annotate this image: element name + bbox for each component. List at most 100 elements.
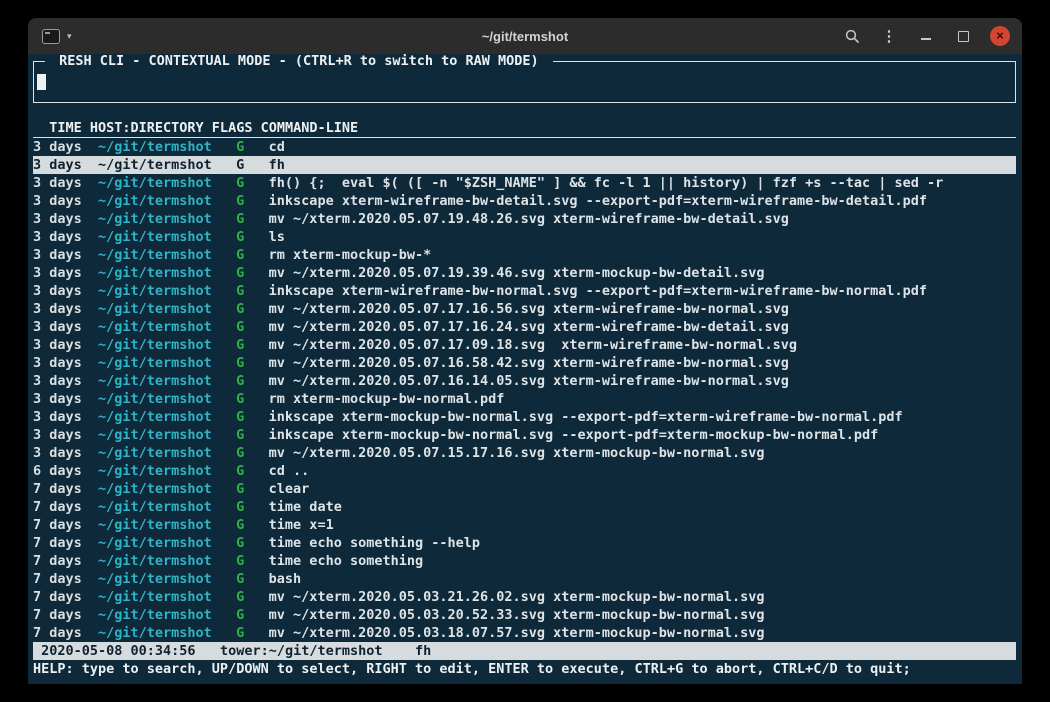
history-row[interactable]: 3 days~/git/termshotGinkscape xterm-wire… [33, 192, 1016, 210]
row-cmd: bash [269, 570, 1016, 588]
row-flags: G [236, 138, 269, 156]
row-host: ~/git/termshot [98, 516, 236, 534]
history-row[interactable]: 3 days~/git/termshotGmv ~/xterm.2020.05.… [33, 210, 1016, 228]
row-host: ~/git/termshot [98, 210, 236, 228]
history-row[interactable]: 3 days~/git/termshotGinkscape xterm-mock… [33, 408, 1016, 426]
row-cmd: clear [269, 480, 1016, 498]
row-flags: G [236, 552, 269, 570]
help-line: HELP: type to search, UP/DOWN to select,… [33, 660, 1016, 678]
row-host: ~/git/termshot [98, 156, 236, 174]
search-box-title: RESH CLI - CONTEXTUAL MODE - (CTRL+R to … [45, 54, 553, 70]
row-flags: G [236, 426, 269, 444]
history-header: TIME HOST:DIRECTORY FLAGS COMMAND-LINE [33, 119, 1016, 138]
history-row[interactable]: 3 days~/git/termshotGmv ~/xterm.2020.05.… [33, 372, 1016, 390]
row-time: 7 days [33, 480, 98, 498]
row-cmd: inkscape xterm-wireframe-bw-normal.svg -… [269, 282, 1016, 300]
screen-background: { "window": { "title": "~/git/termshot" … [0, 0, 1050, 702]
row-flags: G [236, 570, 269, 588]
history-row[interactable]: 3 days~/git/termshotGrm xterm-mockup-bw-… [33, 246, 1016, 264]
row-host: ~/git/termshot [98, 192, 236, 210]
row-host: ~/git/termshot [98, 372, 236, 390]
titlebar[interactable]: ▾ ~/git/termshot ⋮ × [28, 18, 1022, 54]
row-host: ~/git/termshot [98, 300, 236, 318]
resh-search-input[interactable]: RESH CLI - CONTEXTUAL MODE - (CTRL+R to … [33, 61, 1016, 103]
history-row[interactable]: 3 days~/git/termshotGmv ~/xterm.2020.05.… [33, 264, 1016, 282]
history-row[interactable]: 7 days~/git/termshotGtime echo something [33, 552, 1016, 570]
row-cmd: inkscape xterm-wireframe-bw-detail.svg -… [269, 192, 1016, 210]
app-menu-button[interactable]: ▾ [42, 29, 72, 44]
row-cmd: mv ~/xterm.2020.05.07.17.16.24.svg xterm… [269, 318, 1016, 336]
row-time: 7 days [33, 606, 98, 624]
row-cmd: cd .. [269, 462, 1016, 480]
row-cmd: mv ~/xterm.2020.05.07.16.58.42.svg xterm… [269, 354, 1016, 372]
terminal-content: RESH CLI - CONTEXTUAL MODE - (CTRL+R to … [28, 54, 1022, 684]
history-row[interactable]: 7 days~/git/termshotGtime date [33, 498, 1016, 516]
history-row[interactable]: 3 days~/git/termshotGls [33, 228, 1016, 246]
row-flags: G [236, 390, 269, 408]
row-host: ~/git/termshot [98, 282, 236, 300]
row-cmd: inkscape xterm-mockup-bw-normal.svg --ex… [269, 426, 1016, 444]
row-time: 3 days [33, 174, 98, 192]
search-icon [845, 29, 859, 43]
history-row[interactable]: 7 days~/git/termshotGtime x=1 [33, 516, 1016, 534]
row-host: ~/git/termshot [98, 552, 236, 570]
row-time: 3 days [33, 210, 98, 228]
history-row[interactable]: 7 days~/git/termshotGtime echo something… [33, 534, 1016, 552]
row-flags: G [236, 462, 269, 480]
history-row[interactable]: 3 days~/git/termshotGmv ~/xterm.2020.05.… [33, 444, 1016, 462]
row-flags: G [236, 606, 269, 624]
status-bar: 2020-05-08 00:34:56tower:~/git/termshotf… [33, 642, 1016, 660]
history-row[interactable]: 7 days~/git/termshotGmv ~/xterm.2020.05.… [33, 606, 1016, 624]
restore-button[interactable] [953, 26, 973, 46]
history-row[interactable]: 3 days~/git/termshotGfh [33, 156, 1016, 174]
minimize-button[interactable] [916, 26, 936, 46]
row-cmd: time date [269, 498, 1016, 516]
history-row[interactable]: 3 days~/git/termshotGmv ~/xterm.2020.05.… [33, 336, 1016, 354]
row-time: 3 days [33, 390, 98, 408]
close-icon: × [996, 29, 1004, 42]
history-row[interactable]: 6 days~/git/termshotGcd .. [33, 462, 1016, 480]
row-time: 7 days [33, 624, 98, 642]
row-cmd: time echo something [269, 552, 1016, 570]
row-flags: G [236, 372, 269, 390]
row-cmd: time echo something --help [269, 534, 1016, 552]
row-flags: G [236, 192, 269, 210]
history-row[interactable]: 3 days~/git/termshotGmv ~/xterm.2020.05.… [33, 354, 1016, 372]
history-row[interactable]: 3 days~/git/termshotGmv ~/xterm.2020.05.… [33, 318, 1016, 336]
history-row[interactable]: 7 days~/git/termshotGbash [33, 570, 1016, 588]
row-time: 6 days [33, 462, 98, 480]
history-row[interactable]: 3 days~/git/termshotGrm xterm-mockup-bw-… [33, 390, 1016, 408]
history-row[interactable]: 7 days~/git/termshotGmv ~/xterm.2020.05.… [33, 588, 1016, 606]
menu-button[interactable]: ⋮ [879, 26, 899, 46]
history-row[interactable]: 3 days~/git/termshotGinkscape xterm-wire… [33, 282, 1016, 300]
text-cursor [37, 74, 46, 90]
row-time: 3 days [33, 372, 98, 390]
row-host: ~/git/termshot [98, 390, 236, 408]
history-row[interactable]: 3 days~/git/termshotGmv ~/xterm.2020.05.… [33, 300, 1016, 318]
row-time: 7 days [33, 498, 98, 516]
row-cmd: fh [269, 156, 1016, 174]
row-flags: G [236, 516, 269, 534]
row-cmd: cd [269, 138, 1016, 156]
history-row[interactable]: 3 days~/git/termshotGfh() {; eval $( ([ … [33, 174, 1016, 192]
chevron-down-icon: ▾ [67, 32, 72, 41]
row-flags: G [236, 588, 269, 606]
close-button[interactable]: × [990, 26, 1010, 46]
history-list: 3 days~/git/termshotGcd3 days~/git/terms… [33, 138, 1016, 642]
row-flags: G [236, 210, 269, 228]
row-time: 7 days [33, 570, 98, 588]
row-cmd: mv ~/xterm.2020.05.03.18.07.57.svg xterm… [269, 624, 1016, 642]
row-flags: G [236, 354, 269, 372]
history-row[interactable]: 7 days~/git/termshotGclear [33, 480, 1016, 498]
row-flags: G [236, 156, 269, 174]
search-button[interactable] [842, 26, 862, 46]
history-row[interactable]: 7 days~/git/termshotGmv ~/xterm.2020.05.… [33, 624, 1016, 642]
row-cmd: rm xterm-mockup-bw-* [269, 246, 1016, 264]
row-time: 3 days [33, 156, 98, 174]
row-flags: G [236, 624, 269, 642]
row-host: ~/git/termshot [98, 354, 236, 372]
history-row[interactable]: 3 days~/git/termshotGinkscape xterm-mock… [33, 426, 1016, 444]
row-host: ~/git/termshot [98, 534, 236, 552]
row-flags: G [236, 318, 269, 336]
history-row[interactable]: 3 days~/git/termshotGcd [33, 138, 1016, 156]
